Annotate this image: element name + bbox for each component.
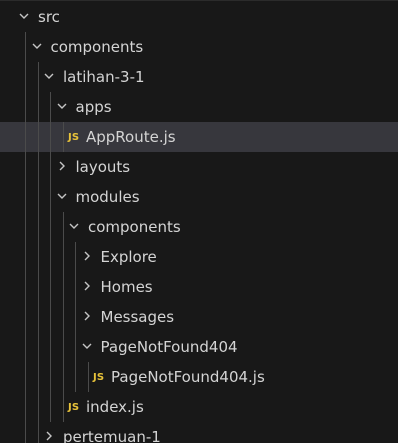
tree-item-label: pertemuan-1: [63, 428, 161, 443]
tree-folder-modules[interactable]: modules: [0, 182, 398, 212]
chevron-down-icon[interactable]: [31, 32, 45, 62]
chevron-down-icon[interactable]: [56, 92, 70, 122]
javascript-file-icon: JS: [68, 131, 80, 143]
indent-guide: [37, 62, 39, 443]
tree-item-label: Messages: [100, 308, 175, 326]
tree-folder-src[interactable]: src: [0, 2, 398, 32]
chevron-down-icon[interactable]: [18, 2, 32, 32]
indent-guide: [62, 122, 64, 152]
tree-item-label: PageNotFound404: [100, 338, 238, 356]
indent-guide: [25, 32, 26, 443]
tree-folder-pertemuan-1[interactable]: pertemuan-1: [0, 422, 398, 443]
chevron-right-icon[interactable]: [43, 422, 57, 443]
tree-item-label: Homes: [100, 278, 153, 296]
tree-item-label: layouts: [75, 158, 131, 176]
indent-guide: [87, 362, 89, 392]
indent-guide: [62, 212, 64, 422]
tree-item-label: src: [38, 8, 60, 26]
tree-item-label: PageNotFound404.js: [111, 368, 265, 386]
tree-folder-messages[interactable]: Messages: [0, 302, 398, 332]
tree-file-index-js[interactable]: JS index.js: [0, 392, 398, 422]
tree-folder-latihan-3-1[interactable]: latihan-3-1: [0, 62, 398, 92]
chevron-right-icon[interactable]: [81, 242, 95, 272]
tree-file-approute-js[interactable]: JS AppRoute.js: [0, 122, 398, 152]
chevron-down-icon[interactable]: [56, 182, 70, 212]
tree-item-label: AppRoute.js: [86, 128, 176, 146]
tree-item-label: modules: [75, 188, 140, 206]
tree-folder-apps[interactable]: apps: [0, 92, 398, 122]
tree-folder-explore[interactable]: Explore: [0, 242, 398, 272]
chevron-right-icon[interactable]: [81, 272, 95, 302]
tree-item-label: latihan-3-1: [63, 68, 145, 86]
tree-folder-components[interactable]: components: [0, 32, 398, 62]
tree-folder-layouts[interactable]: layouts: [0, 152, 398, 182]
chevron-down-icon[interactable]: [43, 62, 57, 92]
tree-item-label: apps: [75, 98, 112, 116]
javascript-file-icon: JS: [68, 401, 80, 413]
tree-folder-pagenotfound404[interactable]: PageNotFound404: [0, 332, 398, 362]
indent-guide: [75, 242, 76, 392]
tree-item-label: components: [88, 218, 181, 236]
tree-folder-components[interactable]: components: [0, 212, 398, 242]
tree-item-label: Explore: [100, 248, 157, 266]
tree-folder-homes[interactable]: Homes: [0, 272, 398, 302]
chevron-down-icon[interactable]: [68, 212, 82, 242]
explorer-tree: src components latihan-3-1 apps JS AppRoute.j…: [0, 0, 398, 443]
chevron-down-icon[interactable]: [81, 332, 95, 362]
top-divider: [0, 0, 398, 1]
tree-item-label: index.js: [86, 398, 144, 416]
chevron-right-icon[interactable]: [56, 152, 70, 182]
tree-file-pagenotfound404-js[interactable]: JS PageNotFound404.js: [0, 362, 398, 392]
tree-item-label: components: [50, 38, 144, 56]
javascript-file-icon: JS: [93, 371, 105, 383]
chevron-right-icon[interactable]: [81, 302, 95, 332]
indent-guide: [50, 92, 51, 422]
